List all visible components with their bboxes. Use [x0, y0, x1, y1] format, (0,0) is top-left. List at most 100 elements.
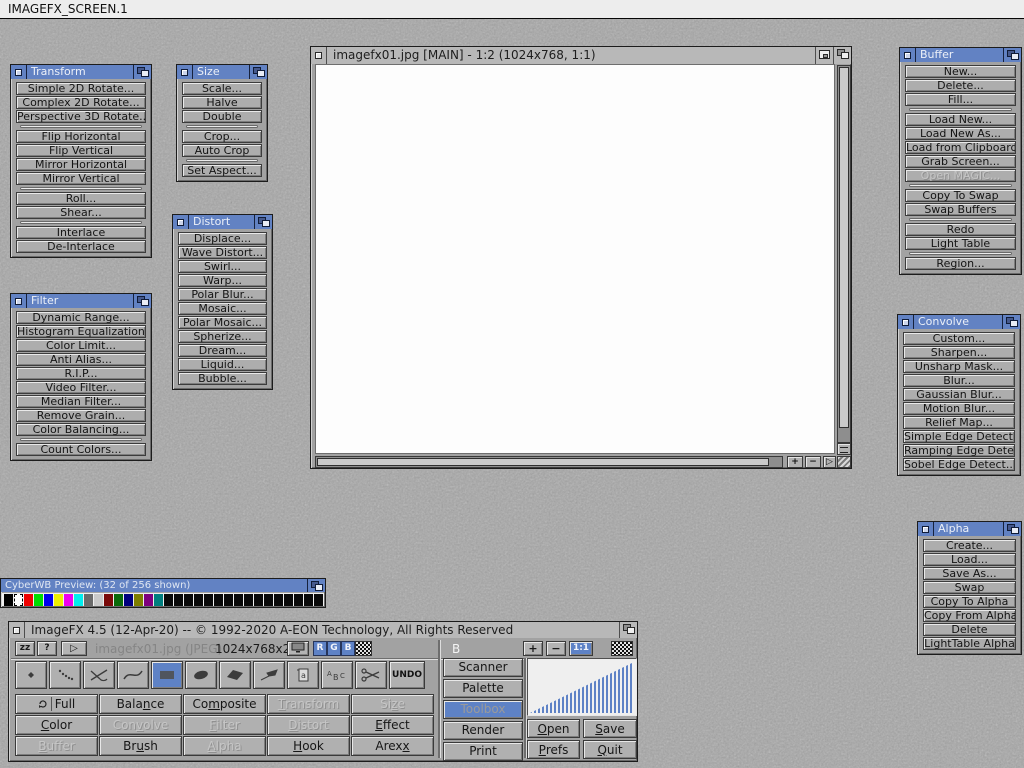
custom-convolve-button[interactable]: Custom... [903, 332, 1015, 345]
shear-button[interactable]: Shear... [16, 206, 146, 219]
lighttable-alpha-button[interactable]: LightTable Alpha [923, 637, 1016, 650]
palette-swatch[interactable] [114, 594, 123, 606]
sleep-button[interactable]: zz [15, 641, 35, 656]
run-button[interactable]: ▷ [61, 641, 87, 656]
scissors-tool-button[interactable] [355, 661, 387, 689]
mirror-vertical-button[interactable]: Mirror Vertical [16, 172, 146, 185]
airbrush-tool-button[interactable] [49, 661, 81, 689]
complex-2d-rotate-button[interactable]: Complex 2D Rotate... [16, 96, 146, 109]
palette-swatch[interactable] [194, 594, 203, 606]
palette-swatch[interactable] [214, 594, 223, 606]
buffer-delete-button[interactable]: Delete... [905, 79, 1016, 92]
mode-toolbox[interactable]: Toolbox [443, 700, 523, 719]
depth-gadget[interactable] [307, 579, 325, 592]
help-button[interactable]: ? [37, 641, 57, 656]
save-button[interactable]: Save [583, 719, 637, 738]
displace-button[interactable]: Displace... [178, 232, 267, 245]
zoom-out-button[interactable]: − [546, 641, 566, 656]
screen-mode-button[interactable] [287, 641, 309, 656]
palette-swatch[interactable] [134, 594, 143, 606]
depth-gadget[interactable] [1003, 522, 1021, 536]
depth-gadget[interactable] [249, 65, 267, 79]
rip-button[interactable]: R.I.P... [16, 367, 146, 380]
palette-swatch[interactable] [64, 594, 73, 606]
dream-button[interactable]: Dream... [178, 344, 267, 357]
palette-swatch[interactable] [264, 594, 273, 606]
undo-button[interactable]: UNDO [389, 661, 425, 689]
palette-swatch[interactable] [24, 594, 33, 606]
wave-distort-button[interactable]: Wave Distort... [178, 246, 267, 259]
depth-gadget[interactable] [254, 215, 272, 229]
mode-print[interactable]: Print [443, 742, 523, 761]
palette-swatch[interactable] [154, 594, 163, 606]
vertical-scroll-thumb[interactable] [839, 67, 849, 428]
copy-to-swap-button[interactable]: Copy To Swap [905, 189, 1016, 202]
load-new-as-button[interactable]: Load New As... [905, 127, 1016, 140]
palette-swatch[interactable] [184, 594, 193, 606]
unsharp-mask-button[interactable]: Unsharp Mask... [903, 360, 1015, 373]
depth-gadget[interactable] [1003, 48, 1021, 62]
mode-scanner[interactable]: Scanner [443, 658, 523, 677]
double-button[interactable]: Double [182, 110, 262, 123]
zoom-gadget[interactable] [815, 47, 833, 64]
video-filter-button[interactable]: Video Filter... [16, 381, 146, 394]
swirl-button[interactable]: Swirl... [178, 260, 267, 273]
close-gadget[interactable] [177, 65, 193, 79]
mode-render[interactable]: Render [443, 721, 523, 740]
brush-tool-button[interactable] [253, 661, 285, 689]
resize-grip[interactable] [837, 456, 851, 468]
depth-gadget[interactable] [1002, 315, 1020, 329]
mirror-horizontal-button[interactable]: Mirror Horizontal [16, 158, 146, 171]
roll-button[interactable]: Roll... [16, 192, 146, 205]
swap-buffers-button[interactable]: Swap Buffers [905, 203, 1016, 216]
auto-crop-button[interactable]: Auto Crop [182, 144, 262, 157]
palette-swatch[interactable] [174, 594, 183, 606]
relief-map-button[interactable]: Relief Map... [903, 416, 1015, 429]
alpha-swap-button[interactable]: Swap [923, 581, 1016, 594]
palette-swatch[interactable] [234, 594, 243, 606]
color-button[interactable]: Color [15, 715, 98, 735]
median-filter-button[interactable]: Median Filter... [16, 395, 146, 408]
alpha-load-button[interactable]: Load... [923, 553, 1016, 566]
depth-gadget[interactable] [133, 294, 151, 308]
vertical-scrollbar[interactable] [837, 65, 851, 443]
palette-swatch[interactable] [4, 594, 13, 606]
close-gadget[interactable] [9, 622, 25, 638]
palette-swatch[interactable] [204, 594, 213, 606]
text-tool-button[interactable]: ABC [321, 661, 353, 689]
palette-swatch[interactable] [314, 594, 323, 606]
sharpen-button[interactable]: Sharpen... [903, 346, 1015, 359]
palette-swatch[interactable] [54, 594, 63, 606]
flip-horizontal-button[interactable]: Flip Horizontal [16, 130, 146, 143]
remove-grain-button[interactable]: Remove Grain... [16, 409, 146, 422]
crop-button[interactable]: Crop... [182, 130, 262, 143]
polar-blur-button[interactable]: Polar Blur... [178, 288, 267, 301]
buffer-new-button[interactable]: New... [905, 65, 1016, 78]
palette-swatch[interactable] [74, 594, 83, 606]
brush-pattern-swatch[interactable] [611, 641, 633, 656]
arexx-button[interactable]: Arexx [351, 736, 434, 756]
simple-2d-rotate-button[interactable]: Simple 2D Rotate... [16, 82, 146, 95]
light-table-button[interactable]: Light Table [905, 237, 1016, 250]
close-gadget[interactable] [900, 48, 916, 62]
color-balancing-button[interactable]: Color Balancing... [16, 423, 146, 436]
mode-palette[interactable]: Palette [443, 679, 523, 698]
palette-swatch[interactable] [244, 594, 253, 606]
dither-pattern-swatch[interactable] [355, 641, 372, 656]
full-button[interactable]: Full [15, 694, 98, 714]
mosaic-button[interactable]: Mosaic... [178, 302, 267, 315]
copy-to-alpha-button[interactable]: Copy To Alpha [923, 595, 1016, 608]
alpha-delete-button[interactable]: Delete [923, 623, 1016, 636]
count-colors-button[interactable]: Count Colors... [16, 443, 146, 456]
buffer-fill-button[interactable]: Fill... [905, 93, 1016, 106]
ramping-edge-detect-button[interactable]: Ramping Edge Detect [903, 444, 1015, 457]
image-canvas[interactable] [315, 64, 835, 454]
close-gadget[interactable] [173, 215, 189, 229]
box-tool-button[interactable] [151, 661, 183, 689]
horizontal-scrollbar[interactable] [315, 456, 783, 468]
blue-channel-button[interactable]: B [341, 641, 355, 656]
open-button[interactable]: Open [527, 719, 580, 738]
perspective-3d-rotate-button[interactable]: Perspective 3D Rotate... [16, 110, 146, 123]
quit-button[interactable]: Quit [583, 740, 637, 759]
polar-mosaic-button[interactable]: Polar Mosaic... [178, 316, 267, 329]
